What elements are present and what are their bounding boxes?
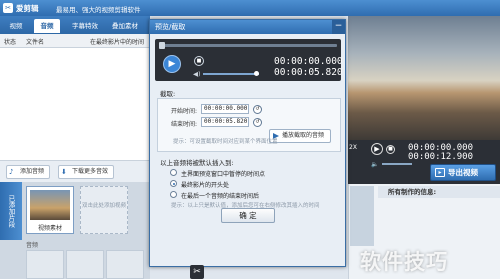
export-icon: ▸ [435,168,445,177]
empty-clip-slot[interactable]: 双击此处添加视频 [80,186,128,234]
export-video-label: 导出视频 [448,168,478,177]
download-more-label: 下载更多音效 [72,168,109,175]
app-slogan: 最易用、强大的视频剪辑软件 [56,6,141,14]
column-time-in-movie: 在最终影片中的时间 [90,39,145,46]
insert-option-label[interactable]: 最终影片的开头处 [181,180,229,189]
insert-section-label: 以上音频将被默认插入到: [160,159,234,167]
playback-speed[interactable]: 2X [349,144,357,151]
info-panel-side-tab[interactable] [350,186,374,246]
tab-subtitle-effects[interactable]: 字幕特效 [67,19,103,33]
trim-hint: 提示：可设置截取时间对应到某个界面位置 [173,139,278,145]
end-time-label: 结束时间: [171,121,198,128]
main-tab-bar: 视频 音频 字幕特效 叠加素材 [0,16,150,34]
dialog-total-time: 00:00:05.820 [274,67,343,78]
scissors-icon[interactable]: ✂ [190,265,204,279]
insert-option-label[interactable]: 在最后一个音频的结束时间后 [181,191,259,200]
insert-option-radio[interactable] [170,180,177,187]
add-audio-label: 添加音频 [20,168,45,175]
volume-icon: ◀) [193,70,201,78]
added-clips-tab[interactable]: 已添加片段 [0,182,22,240]
trim-section-label: 截取: [160,90,176,98]
audio-track-cell[interactable] [26,250,64,279]
insert-option-label[interactable]: 主界面预览窗口中暂停的时间点 [181,169,265,178]
main-video-preview[interactable] [348,16,500,140]
ok-button[interactable]: 确 定 [221,208,275,223]
audio-track-cell[interactable] [106,250,144,279]
export-video-button[interactable]: ▸ 导出视频 [430,164,496,181]
app-name: 爱剪辑 [16,4,39,13]
insert-option-radio[interactable] [170,169,177,176]
info-panel-title: 所有制作的信息: [378,186,500,198]
start-time-input[interactable]: 00:00:00.000 [201,104,249,114]
dialog-current-time: 00:00:00.000 [274,56,343,67]
start-time-clock-icon[interactable]: ↺ [253,105,262,114]
tab-overlay-material[interactable]: 叠加素材 [107,19,143,33]
download-more-effects-button[interactable]: ⬇ 下载更多音效 [58,165,114,179]
audio-track-label: 音频 [26,242,39,249]
clip-label: 视频素材 [37,225,62,232]
watermark-text: 软件技巧 [360,250,448,274]
audio-track-cell[interactable] [66,250,104,279]
main-volume-icon: 🔈 [371,161,379,168]
main-play-button[interactable]: ▶ [371,143,383,155]
main-stop-button[interactable]: ■ [386,145,395,154]
timeline-clip[interactable]: 视频素材 [26,186,74,234]
end-time-input[interactable]: 00:00:05.820 [201,117,249,127]
app-logo-icon: ✂ [3,3,13,13]
title-bar: ✂ 爱剪辑 最易用、强大的视频剪辑软件 [0,0,500,16]
end-time-clock-icon[interactable]: ↺ [253,118,262,127]
start-time-label: 开始时间: [171,108,198,115]
clip-thumbnail [30,190,70,220]
play-trimmed-audio-button[interactable]: 播放截取的音频 [269,129,331,143]
column-filename: 文件名 [26,39,45,46]
audio-list-header: 状态 文件名 在最终影片中的时间 [0,34,150,48]
main-volume-slider[interactable] [382,163,412,165]
audio-list-toolbar: ♪ 添加音频 ⬇ 下载更多音效 [0,160,150,182]
download-icon: ⬇ [61,168,67,176]
preview-trim-dialog: 预览/截取 − ▶ ■ ◀) 00:00:00.000 00:00:05.820… [149,19,346,267]
dialog-progress-handle[interactable] [159,42,165,49]
music-note-icon: ♪ [9,168,14,176]
add-audio-button[interactable]: ♪ 添加音频 [6,165,50,179]
dialog-title: 预览/截取 [150,20,345,34]
dialog-volume-slider[interactable] [203,73,259,75]
dialog-progress-bar[interactable] [159,44,337,47]
tab-audio[interactable]: 音频 [34,19,60,33]
column-status: 状态 [4,39,17,46]
audio-file-list[interactable] [0,48,150,160]
dialog-minimize-button[interactable]: − [332,20,345,34]
insert-option-radio[interactable] [170,191,177,198]
main-total-time: 00:00:12.900 [408,152,474,162]
dialog-stop-button[interactable]: ■ [194,56,204,66]
tab-video[interactable]: 视频 [3,19,29,33]
dialog-play-button[interactable]: ▶ [163,55,181,73]
play-trimmed-audio-label: 播放截取的音频 [282,132,325,139]
